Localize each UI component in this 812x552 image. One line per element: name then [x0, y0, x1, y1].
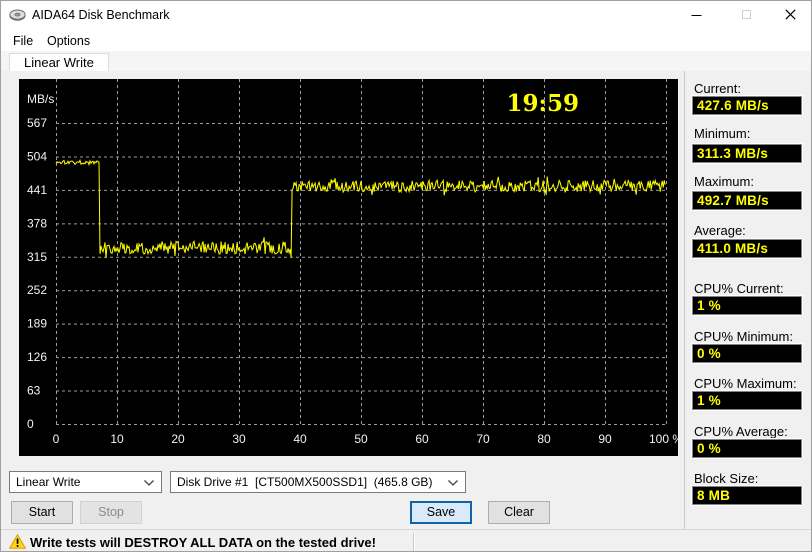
svg-text:567: 567 [27, 116, 47, 130]
stat-label: CPU% Current: [694, 281, 784, 296]
svg-text:441: 441 [27, 183, 47, 197]
stat-value-box: 0 % [691, 438, 803, 459]
chart-panel: MB/s 0 63 126 189 252 315 378 441 504 567 0 10 20 30 40… [19, 79, 678, 456]
svg-text:90: 90 [598, 432, 612, 446]
stat-label: Current: [694, 81, 741, 96]
maximize-button-disabled [729, 1, 763, 28]
stat-label: Block Size: [694, 471, 759, 486]
stats-panel: Current: 427.6 MB/s Minimum: 311.3 MB/s Maxi… [684, 71, 811, 529]
svg-text:80: 80 [537, 432, 551, 446]
aida64-disk-benchmark-window: AIDA64 Disk Benchmark File Options Linea… [0, 0, 812, 552]
svg-text:20: 20 [171, 432, 185, 446]
title-bar: AIDA64 Disk Benchmark [1, 1, 811, 29]
svg-text:63: 63 [27, 384, 41, 398]
axis-labels: MB/s 0 63 126 189 252 315 378 441 504 567 0 10 20 30 40… [27, 92, 678, 446]
svg-text:50: 50 [354, 432, 368, 446]
elapsed-time-label: 19:59 [506, 90, 579, 117]
benchmark-page: MB/s 0 63 126 189 252 315 378 441 504 567 0 10 20 30 40… [1, 71, 811, 529]
throughput-line [55, 158, 666, 258]
window-title: AIDA64 Disk Benchmark [32, 8, 170, 22]
svg-text:315: 315 [27, 250, 47, 264]
stat-value-box: 8 MB [691, 485, 803, 506]
test-type-combobox[interactable]: Linear Write [9, 471, 162, 493]
stat-value-box: 1 % [691, 390, 803, 411]
svg-text:0: 0 [27, 417, 34, 431]
start-button[interactable]: Start [11, 501, 73, 524]
disk-drive-value: Disk Drive #1 [CT500MX500SSD1] (465.8 GB… [177, 475, 433, 489]
stat-value-box: 0 % [691, 343, 803, 364]
y-axis-unit: MB/s [27, 92, 54, 106]
stat-label: CPU% Maximum: [694, 376, 797, 391]
close-button[interactable] [773, 1, 807, 28]
stat-label: Maximum: [694, 174, 754, 189]
stat-value-box: 311.3 MB/s [691, 143, 803, 164]
svg-text:70: 70 [476, 432, 490, 446]
disk-drive-combobox[interactable]: Disk Drive #1 [CT500MX500SSD1] (465.8 GB… [170, 471, 466, 493]
svg-text:60: 60 [415, 432, 429, 446]
warning-text: Write tests will DESTROY ALL DATA on the… [30, 535, 376, 550]
svg-text:126: 126 [27, 350, 47, 364]
stat-label: Average: [694, 223, 746, 238]
menu-options[interactable]: Options [43, 32, 94, 50]
stat-label: CPU% Average: [694, 424, 788, 439]
stat-label: Minimum: [694, 126, 751, 141]
menu-bar: File Options [1, 29, 811, 51]
tab-strip: Linear Write [1, 51, 811, 72]
status-panel-divider [413, 533, 414, 551]
chevron-down-icon [448, 480, 458, 486]
svg-text:40: 40 [293, 432, 307, 446]
test-type-value: Linear Write [16, 475, 81, 489]
stat-value-box: 492.7 MB/s [691, 190, 803, 211]
svg-text:0: 0 [53, 432, 60, 446]
svg-text:378: 378 [27, 216, 47, 230]
stat-value-box: 411.0 MB/s [691, 238, 803, 259]
svg-text:189: 189 [27, 317, 47, 331]
menu-file[interactable]: File [9, 32, 37, 50]
svg-text:252: 252 [27, 283, 47, 297]
stop-button[interactable]: Stop [80, 501, 142, 524]
status-bar: Write tests will DESTROY ALL DATA on the… [1, 529, 811, 551]
warning-icon [9, 534, 26, 549]
tab-linear-write[interactable]: Linear Write [9, 53, 109, 72]
svg-text:30: 30 [232, 432, 246, 446]
minimize-button[interactable] [679, 1, 713, 28]
minimize-icon [691, 14, 701, 16]
svg-text:504: 504 [27, 149, 47, 163]
svg-text:100 %: 100 % [649, 432, 678, 446]
svg-text:10: 10 [110, 432, 124, 446]
stat-value-box: 427.6 MB/s [691, 95, 803, 116]
maximize-icon [741, 10, 751, 19]
stat-value-box: 1 % [691, 295, 803, 316]
save-button[interactable]: Save [410, 501, 472, 524]
stat-label: CPU% Minimum: [694, 329, 793, 344]
benchmark-chart: MB/s 0 63 126 189 252 315 378 441 504 567 0 10 20 30 40… [27, 79, 678, 446]
clear-button[interactable]: Clear [488, 501, 550, 524]
chevron-down-icon [144, 480, 154, 486]
close-icon [784, 9, 796, 20]
disk-icon [9, 9, 26, 21]
